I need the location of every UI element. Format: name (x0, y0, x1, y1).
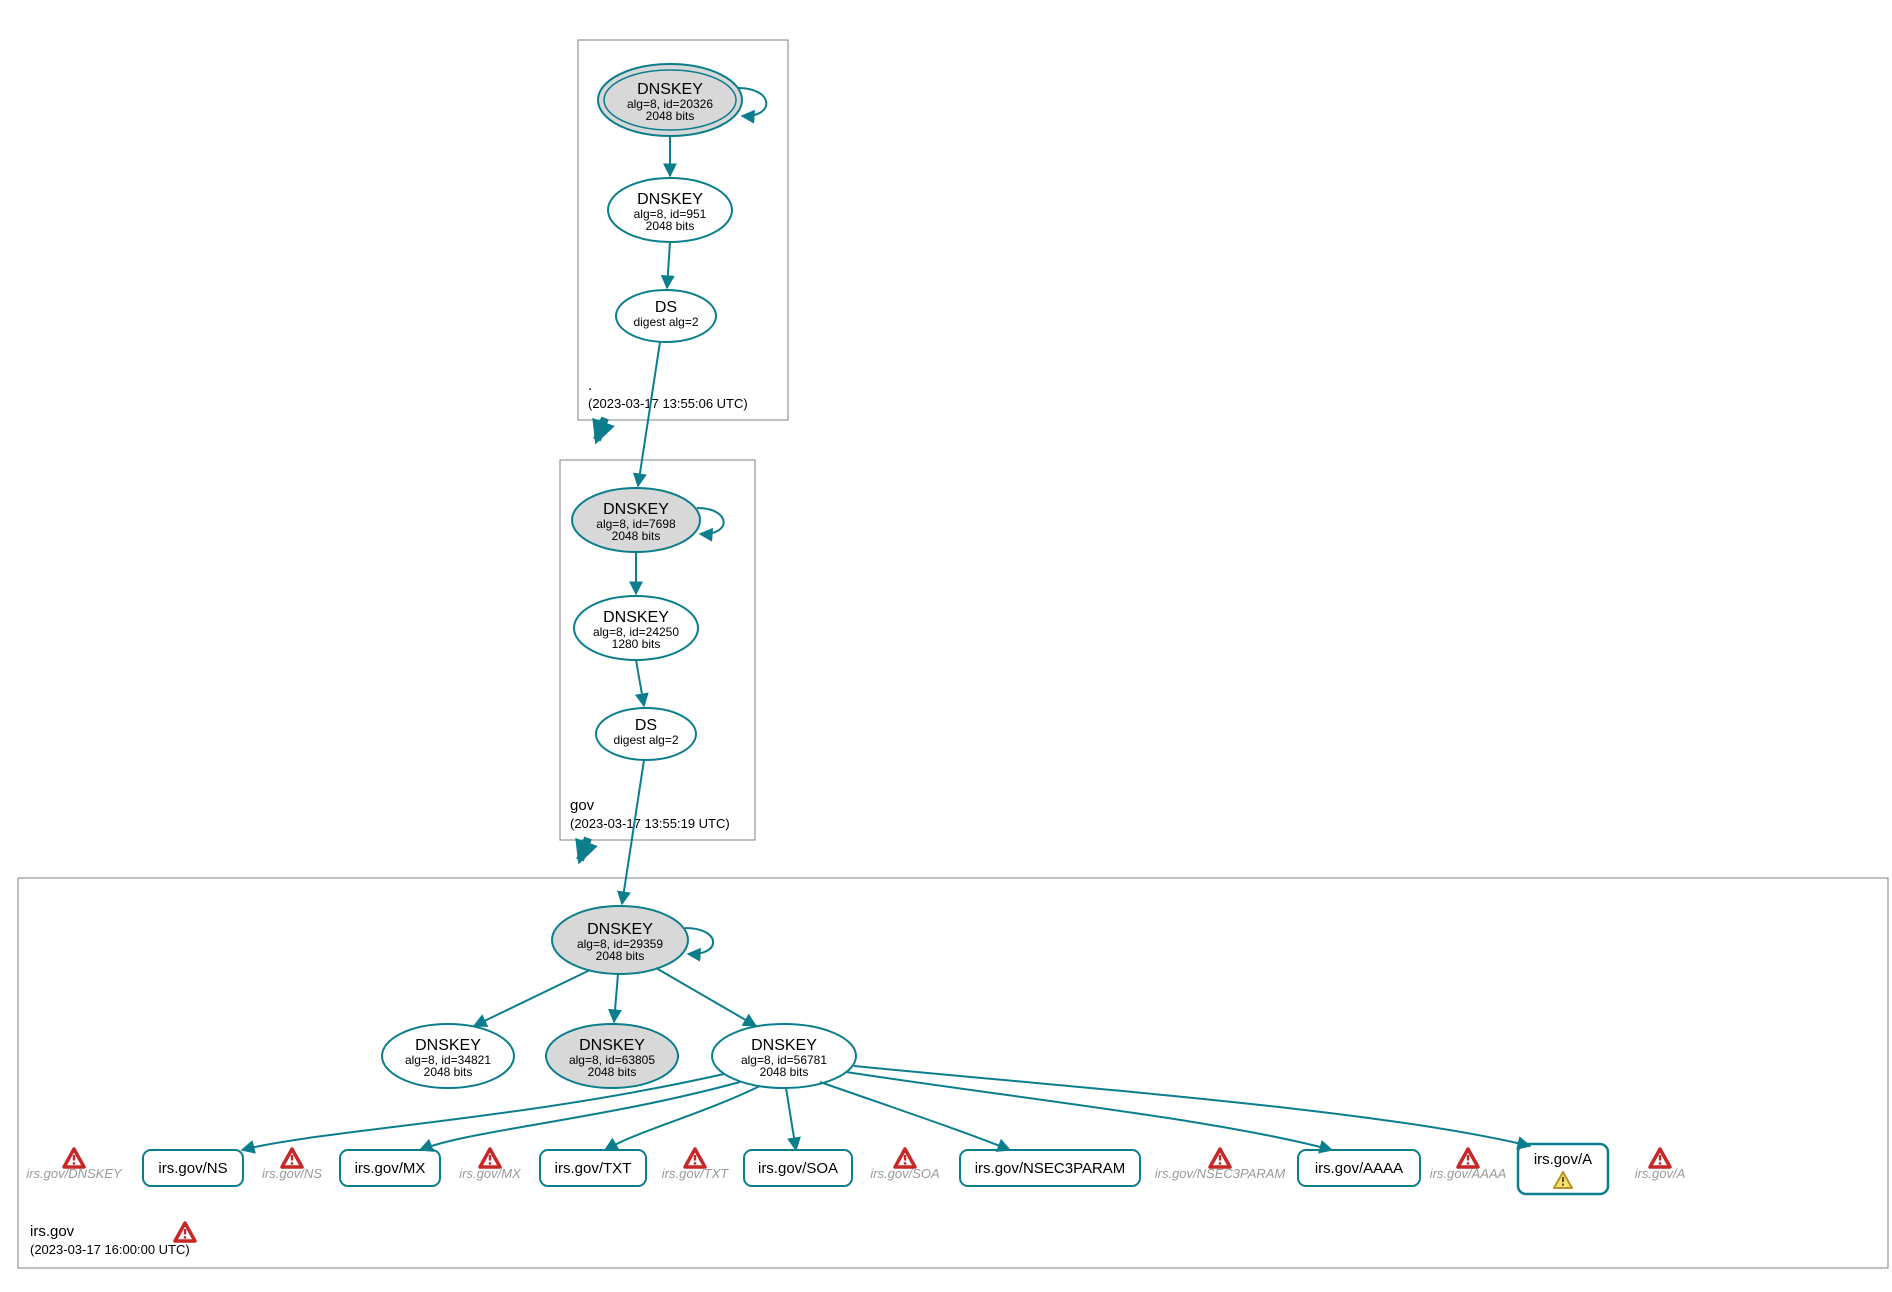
edge-ksk-34821 (474, 970, 590, 1026)
gov-ksk-l2: 2048 bits (612, 529, 661, 543)
rr-a[interactable]: irs.gov/A (1518, 1144, 1608, 1194)
svg-text:irs.gov/MX: irs.gov/MX (355, 1160, 426, 1177)
root-ksk-node[interactable]: DNSKEY alg=8, id=20326 2048 bits (598, 64, 742, 136)
gov-zsk-title: DNSKEY (603, 609, 669, 626)
svg-text:irs.gov/NSEC3PARAM: irs.gov/NSEC3PARAM (975, 1160, 1126, 1177)
gov-ds-title: DS (635, 717, 657, 734)
edge-56781-aaaa (846, 1072, 1332, 1150)
svg-text:DNSKEY: DNSKEY (751, 1037, 817, 1054)
root-ds-l1: digest alg=2 (633, 315, 698, 329)
edge-govds-irsksk (622, 760, 644, 904)
root-ds-node[interactable]: DS digest alg=2 (616, 290, 716, 342)
rr-ns[interactable]: irs.gov/NS (143, 1150, 243, 1186)
ghost-dnskey: irs.gov/DNSKEY (26, 1166, 123, 1181)
root-ksk-title: DNSKEY (637, 81, 703, 98)
irs-key-56781[interactable]: DNSKEY alg=8, id=56781 2048 bits (712, 1024, 856, 1088)
svg-text:2048 bits: 2048 bits (760, 1065, 809, 1079)
edge-ksk-63805 (614, 974, 618, 1022)
ghost-nsec: irs.gov/NSEC3PARAM (1155, 1166, 1286, 1181)
ghost-mx: irs.gov/MX (459, 1166, 522, 1181)
edge-gov-ksk-self (697, 508, 724, 534)
warn-icon-ghost-ns (282, 1149, 302, 1167)
ghost-soa: irs.gov/SOA (870, 1166, 939, 1181)
warn-icon-ghost-mx (480, 1149, 500, 1167)
svg-text:irs.gov/SOA: irs.gov/SOA (758, 1160, 838, 1177)
ghost-ns: irs.gov/NS (262, 1166, 322, 1181)
gov-ds-node[interactable]: DS digest alg=2 (596, 708, 696, 760)
irs-ksk-node[interactable]: DNSKEY alg=8, id=29359 2048 bits (552, 906, 688, 974)
rr-txt[interactable]: irs.gov/TXT (540, 1150, 646, 1186)
svg-text:irs.gov/TXT: irs.gov/TXT (555, 1160, 632, 1177)
zone-ts-gov: (2023-03-17 13:55:19 UTC) (570, 816, 730, 831)
ghost-txt: irs.gov/TXT (662, 1166, 730, 1181)
edge-56781-mx (420, 1082, 740, 1150)
edge-56781-ns (242, 1074, 724, 1150)
rr-soa[interactable]: irs.gov/SOA (744, 1150, 852, 1186)
gov-zsk-l2: 1280 bits (612, 637, 661, 651)
edge-rootds-govksk (638, 342, 660, 486)
svg-text:irs.gov/A: irs.gov/A (1534, 1151, 1592, 1168)
edge-56781-soa (786, 1088, 796, 1150)
root-zsk-title: DNSKEY (637, 191, 703, 208)
rr-nsec3param[interactable]: irs.gov/NSEC3PARAM (960, 1150, 1140, 1186)
irs-ksk-l2: 2048 bits (596, 949, 645, 963)
zone-ts-root: (2023-03-17 13:55:06 UTC) (588, 396, 748, 411)
warn-icon-ghost-txt (685, 1149, 705, 1167)
svg-text:2048 bits: 2048 bits (424, 1065, 473, 1079)
rr-mx[interactable]: irs.gov/MX (340, 1150, 440, 1186)
irs-key-63805[interactable]: DNSKEY alg=8, id=63805 2048 bits (546, 1024, 678, 1088)
svg-text:2048 bits: 2048 bits (588, 1065, 637, 1079)
warn-icon-ghost-nsec (1210, 1149, 1230, 1167)
edge-irs-ksk-self (685, 928, 713, 954)
warn-icon-zone-irsgov (175, 1223, 195, 1241)
warn-icon-ghost-aaaa (1458, 1149, 1478, 1167)
irs-ksk-title: DNSKEY (587, 921, 653, 938)
edge-ksk-56781 (656, 968, 756, 1026)
ghost-a: irs.gov/A (1635, 1166, 1686, 1181)
root-zsk-node[interactable]: DNSKEY alg=8, id=951 2048 bits (608, 178, 732, 242)
zone-name-gov: gov (570, 797, 595, 814)
root-ksk-l2: 2048 bits (646, 109, 695, 123)
ghost-aaaa: irs.gov/AAAA (1430, 1166, 1507, 1181)
root-zsk-l2: 2048 bits (646, 219, 695, 233)
edge-root-to-gov-zone (597, 418, 605, 440)
edge-gov-to-irs-zone (580, 838, 588, 860)
edge-gov-zsk-ds (636, 660, 644, 706)
gov-ksk-title: DNSKEY (603, 501, 669, 518)
gov-ds-l1: digest alg=2 (613, 733, 678, 747)
svg-text:DNSKEY: DNSKEY (415, 1037, 481, 1054)
svg-text:irs.gov/NS: irs.gov/NS (158, 1160, 227, 1177)
zone-name-root: . (588, 377, 592, 394)
warn-icon-ghost-a (1650, 1149, 1670, 1167)
svg-text:irs.gov/AAAA: irs.gov/AAAA (1315, 1160, 1403, 1177)
warn-icon-ghost-soa (895, 1149, 915, 1167)
zone-name-irsgov: irs.gov (30, 1223, 75, 1240)
irs-key-34821[interactable]: DNSKEY alg=8, id=34821 2048 bits (382, 1024, 514, 1088)
svg-text:DNSKEY: DNSKEY (579, 1037, 645, 1054)
rr-aaaa[interactable]: irs.gov/AAAA (1298, 1150, 1420, 1186)
gov-zsk-node[interactable]: DNSKEY alg=8, id=24250 1280 bits (574, 596, 698, 660)
zone-box-irsgov (18, 878, 1888, 1268)
gov-ksk-node[interactable]: DNSKEY alg=8, id=7698 2048 bits (572, 488, 700, 552)
edge-root-zsk-ds (667, 242, 670, 288)
root-ds-title: DS (655, 299, 677, 316)
edge-56781-a (854, 1066, 1530, 1146)
zone-ts-irsgov: (2023-03-17 16:00:00 UTC) (30, 1242, 190, 1257)
warn-icon-ghost-dnskey (64, 1149, 84, 1167)
